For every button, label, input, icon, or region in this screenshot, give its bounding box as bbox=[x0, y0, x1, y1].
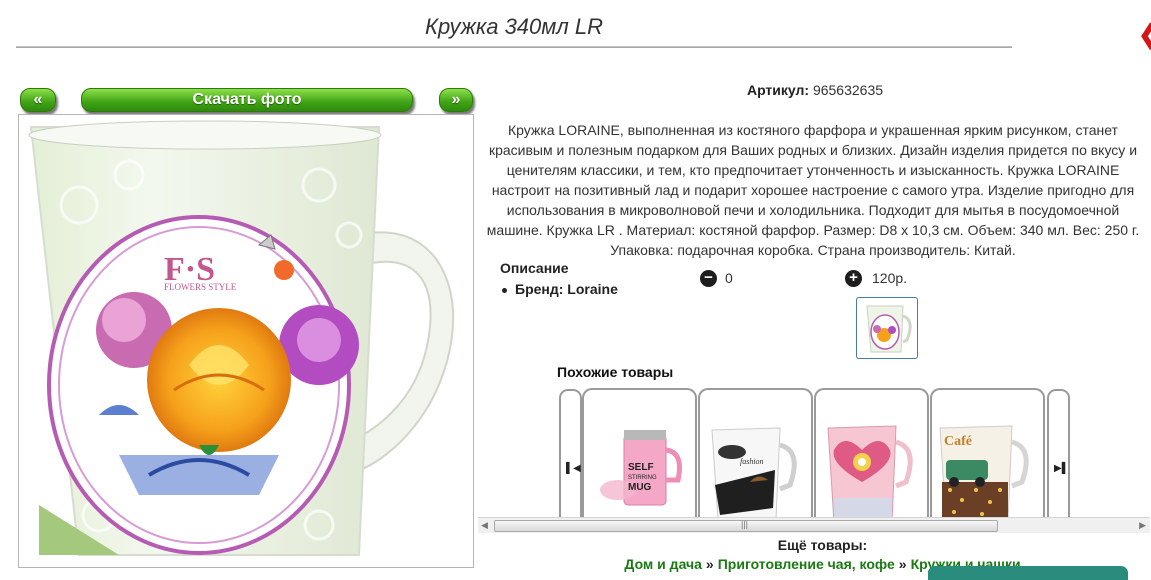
thumbnail-mug-icon bbox=[866, 305, 912, 353]
svg-text:MUG: MUG bbox=[628, 482, 652, 493]
prev-photo-button[interactable]: « bbox=[20, 88, 56, 112]
carousel-next-button[interactable]: ▶▌ bbox=[1047, 389, 1070, 525]
svg-text:fashion: fashion bbox=[740, 457, 764, 466]
heart-mug-image bbox=[827, 425, 913, 523]
floating-tab[interactable] bbox=[928, 566, 1128, 580]
cafe-mug-image: Café bbox=[939, 425, 1029, 523]
breadcrumb-link[interactable]: Дом и дача bbox=[624, 556, 702, 572]
carousel-scrollbar[interactable]: ◀ ||| ▶ bbox=[478, 517, 1150, 533]
price-value: 120р. bbox=[872, 270, 908, 286]
mug-photo-illustration: F·S FLOWERS STYLE bbox=[28, 120, 455, 556]
similar-item-card[interactable]: Café bbox=[930, 388, 1045, 525]
sku-value: 965632635 bbox=[812, 82, 884, 98]
similar-item-card[interactable]: SELF STIRRING MUG bbox=[582, 388, 697, 525]
breadcrumb-separator: » bbox=[898, 556, 907, 572]
decrease-quantity-icon[interactable]: − bbox=[700, 270, 717, 287]
svg-text:SELF: SELF bbox=[628, 462, 654, 473]
self-stirring-mug-image: SELF STIRRING MUG bbox=[600, 430, 682, 506]
product-thumbnail[interactable] bbox=[856, 297, 918, 359]
skip-forward-icon: ▶▌ bbox=[1054, 463, 1069, 474]
download-photo-button[interactable]: Скачать фото bbox=[81, 88, 413, 112]
quantity-value: 0 bbox=[725, 270, 733, 286]
title-divider bbox=[16, 46, 1012, 48]
breadcrumb-separator: » bbox=[705, 556, 714, 572]
sku-label: Артикул: bbox=[746, 82, 810, 98]
bullet-icon bbox=[502, 287, 507, 293]
next-photo-button[interactable]: » bbox=[439, 88, 473, 112]
increase-quantity-icon[interactable]: + bbox=[845, 270, 862, 287]
fashion-mug-image: fashion bbox=[711, 427, 797, 521]
more-products-title: Ещё товары: bbox=[777, 537, 868, 553]
skip-back-icon: ▌◀ bbox=[566, 463, 581, 474]
page-title: Кружка 340мл LR bbox=[424, 14, 604, 39]
brand-list-item: Бренд: Loraine bbox=[502, 281, 618, 297]
close-corner-icon[interactable]: ❮ bbox=[1138, 20, 1151, 48]
scroll-right-icon[interactable]: ▶ bbox=[1139, 520, 1146, 531]
product-photo: F·S FLOWERS STYLE bbox=[18, 114, 474, 568]
svg-text:FLOWERS STYLE: FLOWERS STYLE bbox=[164, 282, 237, 292]
grip-icon: ||| bbox=[741, 519, 749, 529]
scroll-left-icon[interactable]: ◀ bbox=[481, 520, 488, 531]
similar-item-card[interactable]: fashion bbox=[698, 388, 813, 525]
section-title-description: Описание bbox=[500, 260, 569, 276]
sku-line: Артикул: 965632635 bbox=[500, 82, 1130, 98]
scrollbar-thumb[interactable]: ||| bbox=[494, 519, 998, 532]
svg-text:Café: Café bbox=[944, 434, 972, 449]
product-description: Кружка LORAINE, выполненная из костяного… bbox=[486, 122, 1140, 258]
similar-products-title: Похожие товары bbox=[557, 364, 674, 380]
svg-text:STIRRING: STIRRING bbox=[628, 475, 657, 481]
breadcrumb-link[interactable]: Приготовление чая, кофе bbox=[718, 556, 895, 572]
brand-label: Бренд: Loraine bbox=[515, 281, 618, 297]
carousel-prev-button[interactable]: ▌◀ bbox=[559, 389, 582, 525]
similar-item-card[interactable] bbox=[814, 388, 929, 525]
